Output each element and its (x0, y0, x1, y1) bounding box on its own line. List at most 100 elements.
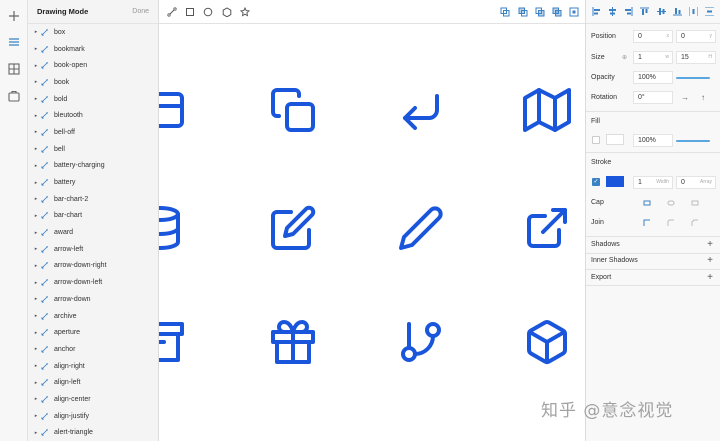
cap-square-icon[interactable] (688, 198, 702, 208)
edit-2-icon[interactable] (397, 204, 445, 252)
expand-triangle-icon[interactable]: ▸ (31, 263, 41, 269)
expand-triangle-icon[interactable]: ▸ (31, 213, 41, 219)
layer-item[interactable]: ▸ align-left (28, 374, 158, 391)
layer-item[interactable]: ▸ align-right (28, 358, 158, 375)
expand-triangle-icon[interactable]: ▸ (31, 280, 41, 286)
layer-item[interactable]: ▸ bleutooth (28, 107, 158, 124)
box-icon[interactable] (523, 318, 571, 366)
expand-triangle-icon[interactable]: ▸ (31, 146, 41, 152)
add-shadow-icon[interactable]: + (707, 237, 713, 252)
layer-item[interactable]: ▸ box (28, 24, 158, 41)
layer-item[interactable]: ▸ arrow-down-right (28, 258, 158, 275)
expand-triangle-icon[interactable]: ▸ (31, 113, 41, 119)
join-bevel-icon[interactable] (688, 218, 702, 228)
layer-item[interactable]: ▸ align-center (28, 391, 158, 408)
expand-triangle-icon[interactable]: ▸ (31, 380, 41, 386)
layer-item[interactable]: ▸ bar-chart (28, 208, 158, 225)
layer-item[interactable]: ▸ align-justify (28, 408, 158, 425)
align-middle-icon[interactable] (656, 7, 666, 16)
credit-card-icon[interactable] (159, 86, 184, 134)
layer-item[interactable]: ▸ bookmark (28, 41, 158, 58)
fill-opacity-slider[interactable] (676, 140, 710, 142)
polygon-tool-icon[interactable] (221, 6, 233, 18)
edit-icon[interactable] (269, 204, 317, 252)
stroke-array-field[interactable]: 0 Array (676, 176, 716, 189)
expand-triangle-icon[interactable]: ▸ (31, 79, 41, 85)
external-link-icon[interactable] (523, 204, 571, 252)
layer-item[interactable]: ▸ anchor (28, 341, 158, 358)
stroke-width-field[interactable]: 1 Width (633, 176, 673, 189)
expand-triangle-icon[interactable]: ▸ (31, 430, 41, 436)
layer-item[interactable]: ▸ book-open (28, 57, 158, 74)
expand-triangle-icon[interactable]: ▸ (31, 246, 41, 252)
layer-item[interactable]: ▸ bold (28, 91, 158, 108)
list-icon[interactable] (4, 32, 24, 52)
layer-item[interactable]: ▸ arrow-left (28, 241, 158, 258)
layer-item[interactable]: ▸ award (28, 224, 158, 241)
flip-vertical-icon[interactable]: ↑ (701, 93, 705, 102)
align-center-horizontal-icon[interactable] (608, 7, 617, 16)
flatten-icon[interactable] (568, 6, 580, 18)
align-top-icon[interactable] (640, 7, 650, 16)
cap-round-icon[interactable] (664, 198, 678, 208)
distribute-vertical-icon[interactable] (705, 7, 715, 16)
oval-tool-icon[interactable] (202, 6, 214, 18)
expand-triangle-icon[interactable]: ▸ (31, 346, 41, 352)
layer-item[interactable]: ▸ archive (28, 308, 158, 325)
done-button[interactable]: Done (132, 8, 149, 15)
layer-item[interactable]: ▸ book (28, 74, 158, 91)
layer-item[interactable]: ▸ aperture (28, 324, 158, 341)
distribute-horizontal-icon[interactable] (689, 7, 699, 16)
grid-icon[interactable] (4, 59, 24, 79)
cap-butt-icon[interactable] (640, 198, 654, 208)
add-export-icon[interactable]: + (707, 270, 713, 285)
plus-icon[interactable] (4, 6, 24, 26)
expand-triangle-icon[interactable]: ▸ (31, 413, 41, 419)
expand-triangle-icon[interactable]: ▸ (31, 180, 41, 186)
opacity-slider[interactable] (676, 77, 710, 79)
expand-triangle-icon[interactable]: ▸ (31, 296, 41, 302)
intersect-icon[interactable] (534, 6, 546, 18)
join-round-icon[interactable] (664, 218, 678, 228)
expand-triangle-icon[interactable]: ▸ (31, 96, 41, 102)
inner-shadows-section[interactable]: Inner Shadows + (586, 253, 720, 269)
expand-triangle-icon[interactable]: ▸ (31, 196, 41, 202)
expand-triangle-icon[interactable]: ▸ (31, 29, 41, 35)
layer-item[interactable]: ▸ alert-triangle (28, 425, 158, 441)
archive-icon[interactable] (159, 318, 184, 366)
expand-triangle-icon[interactable]: ▸ (31, 129, 41, 135)
copy-icon[interactable] (269, 86, 317, 134)
expand-triangle-icon[interactable]: ▸ (31, 63, 41, 69)
layer-item[interactable]: ▸ bell-off (28, 124, 158, 141)
star-tool-icon[interactable] (239, 6, 251, 18)
expand-triangle-icon[interactable]: ▸ (31, 313, 41, 319)
difference-icon[interactable] (551, 6, 563, 18)
expand-triangle-icon[interactable]: ▸ (31, 363, 41, 369)
fill-checkbox[interactable] (592, 136, 600, 144)
layer-item[interactable]: ▸ arrow-down (28, 291, 158, 308)
database-icon[interactable] (159, 204, 184, 252)
align-bottom-icon[interactable] (672, 7, 682, 16)
expand-triangle-icon[interactable]: ▸ (31, 230, 41, 236)
subtract-icon[interactable] (517, 6, 529, 18)
layer-item[interactable]: ▸ battery-charging (28, 158, 158, 175)
layer-item[interactable]: ▸ bar-chart-2 (28, 191, 158, 208)
position-y-field[interactable]: 0y (676, 30, 716, 43)
layer-item[interactable]: ▸ battery (28, 174, 158, 191)
gift-icon[interactable] (269, 318, 317, 366)
expand-triangle-icon[interactable]: ▸ (31, 396, 41, 402)
stroke-checkbox[interactable]: ✓ (592, 178, 600, 186)
union-icon[interactable] (499, 6, 511, 18)
expand-triangle-icon[interactable]: ▸ (31, 163, 41, 169)
map-icon[interactable] (523, 86, 571, 134)
expand-triangle-icon[interactable]: ▸ (31, 330, 41, 336)
layer-item[interactable]: ▸ arrow-down-left (28, 274, 158, 291)
stroke-color-swatch[interactable] (606, 176, 624, 187)
align-right-icon[interactable] (624, 7, 633, 16)
git-branch-icon[interactable] (397, 318, 445, 366)
size-h-field[interactable]: 15 H (676, 51, 716, 64)
canvas[interactable] (159, 24, 585, 441)
join-miter-icon[interactable] (640, 218, 654, 228)
add-inner-shadow-icon[interactable]: + (707, 254, 713, 268)
size-w-field[interactable]: 1w (633, 51, 673, 64)
